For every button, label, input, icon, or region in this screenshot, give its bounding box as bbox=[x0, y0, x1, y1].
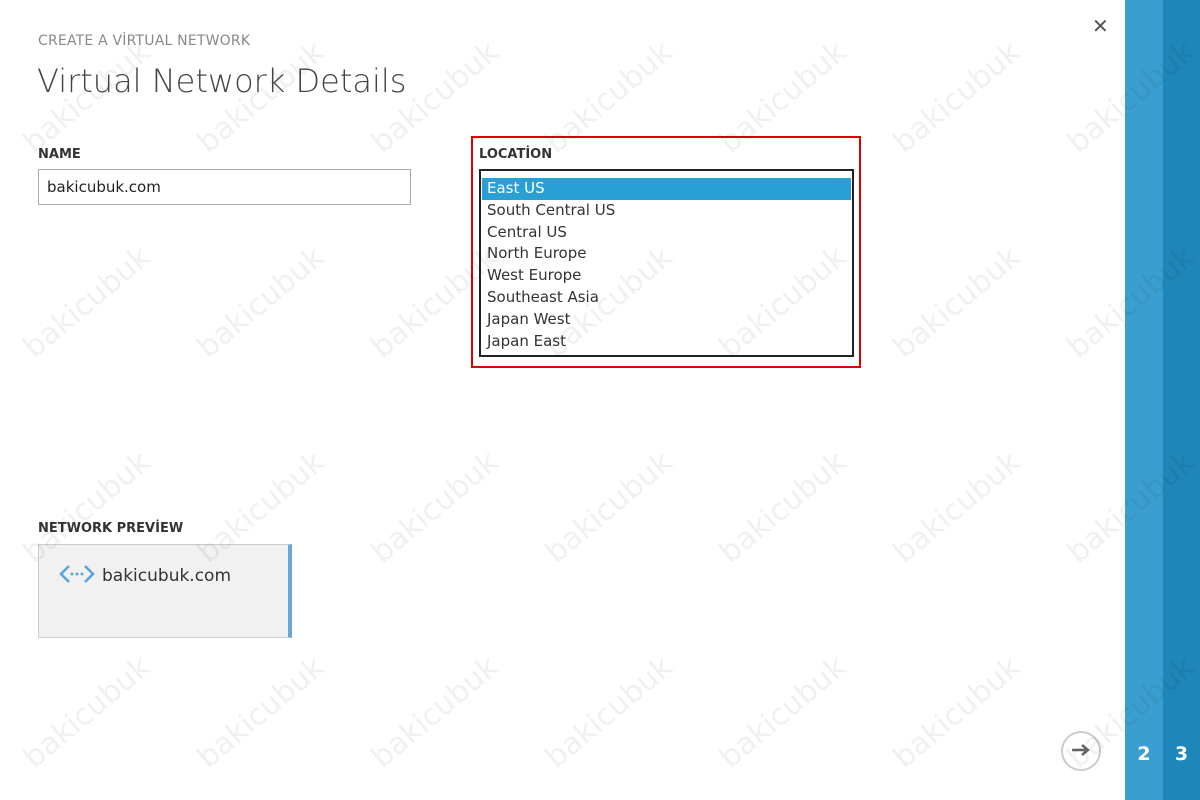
location-option[interactable]: Japan East bbox=[482, 331, 851, 353]
step-2-label: 2 bbox=[1137, 743, 1151, 765]
close-icon[interactable]: ✕ bbox=[1092, 14, 1109, 38]
page-title: Virtual Network Details bbox=[37, 62, 407, 100]
location-option[interactable]: West Europe bbox=[482, 265, 851, 287]
wizard-subtitle: CREATE A VİRTUAL NETWORK bbox=[38, 33, 251, 49]
step-2[interactable]: 2 bbox=[1125, 0, 1163, 800]
network-preview-label: NETWORK PREVİEW bbox=[38, 521, 184, 536]
next-button[interactable] bbox=[1061, 731, 1101, 771]
step-3[interactable]: 3 bbox=[1163, 0, 1200, 800]
wizard-page: CREATE A VİRTUAL NETWORK Virtual Network… bbox=[0, 0, 1125, 800]
network-preview-name: bakicubuk.com bbox=[102, 566, 232, 586]
name-label: NAME bbox=[38, 147, 81, 162]
step-3-label: 3 bbox=[1174, 743, 1189, 765]
location-listbox[interactable]: East US South Central US Central US North E… bbox=[479, 169, 854, 357]
arrow-right-icon bbox=[1071, 742, 1091, 761]
location-option[interactable]: Southeast Asia bbox=[482, 287, 851, 309]
location-option[interactable]: Central US bbox=[482, 222, 851, 244]
name-input[interactable] bbox=[38, 169, 411, 205]
location-option[interactable]: North Europe bbox=[482, 243, 851, 265]
location-label: LOCATİON bbox=[479, 147, 553, 162]
location-option[interactable]: Japan West bbox=[482, 309, 851, 331]
network-preview: bakicubuk.com bbox=[38, 544, 292, 638]
virtual-network-icon bbox=[59, 563, 95, 589]
location-option[interactable]: South Central US bbox=[482, 200, 851, 222]
location-option[interactable]: East US bbox=[482, 178, 851, 200]
